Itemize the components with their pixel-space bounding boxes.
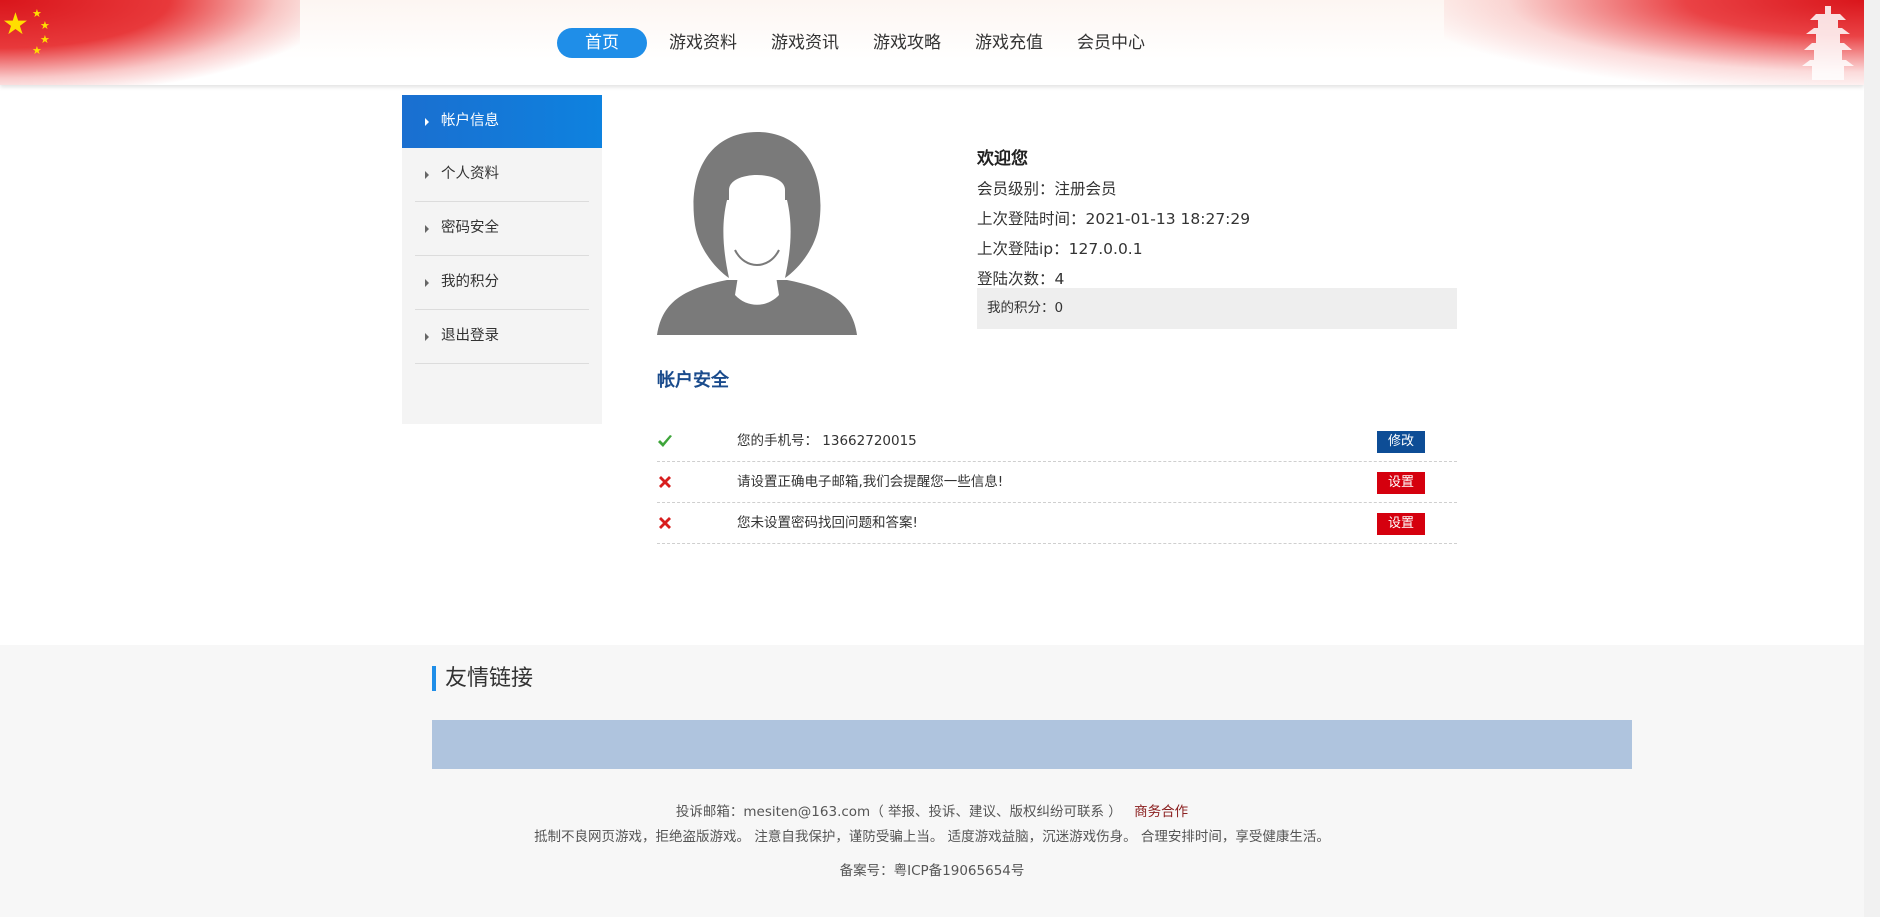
site-header: ★ ★ ★ ★ ★ 首页 游戏资料 游戏资讯 游戏攻略 游戏充值 会员中心 <box>0 0 1864 85</box>
nav-item-game-recharge[interactable]: 游戏充值 <box>958 28 1060 58</box>
member-sidebar: 帐户信息 个人资料 密码安全 我的积分 退出登录 <box>402 95 602 424</box>
business-link[interactable]: 商务合作 <box>1134 804 1188 820</box>
check-icon <box>658 435 672 447</box>
welcome-title: 欢迎您 <box>977 149 1028 169</box>
scrollbar-thumb[interactable] <box>1866 0 1878 917</box>
pavilion-icon <box>1802 6 1854 80</box>
nav-item-game-guide[interactable]: 游戏攻略 <box>856 28 958 58</box>
caret-right-icon <box>425 171 429 179</box>
member-level: 会员级别：注册会员 <box>977 180 1117 198</box>
flag-decoration-right <box>1444 0 1864 85</box>
sidebar-item-my-points[interactable]: 我的积分 <box>415 256 589 310</box>
security-row-email: 请设置正确电子邮箱,我们会提醒您一些信息! 设置 <box>657 462 1457 503</box>
friend-links-title: 友情链接 <box>432 666 533 691</box>
sidebar-item-label: 退出登录 <box>441 328 499 344</box>
complaint-line: 投诉邮箱：mesiten@163.com（ 举报、投诉、建议、版权纠纷可联系 ）… <box>0 800 1864 820</box>
security-row-text: 您未设置密码找回问题和答案! <box>737 515 918 531</box>
cross-icon <box>659 476 671 488</box>
caret-right-icon <box>425 225 429 233</box>
nav-item-home[interactable]: 首页 <box>557 28 647 58</box>
set-security-question-button[interactable]: 设置 <box>1377 513 1425 535</box>
security-list: 您的手机号： 13662720015 修改 请设置正确电子邮箱,我们会提醒您一些… <box>657 421 1457 544</box>
security-row-text: 您的手机号： 13662720015 <box>737 433 917 449</box>
star-icon: ★ <box>32 7 42 20</box>
sidebar-item-profile[interactable]: 个人资料 <box>415 148 589 202</box>
security-row-phone: 您的手机号： 13662720015 修改 <box>657 421 1457 462</box>
avatar <box>657 132 857 335</box>
sidebar-item-label: 个人资料 <box>441 166 499 182</box>
main-nav: 首页 游戏资料 游戏资讯 游戏攻略 游戏充值 会员中心 <box>557 28 1162 58</box>
icp-number: 备案号：粤ICP备19065654号 <box>839 863 1025 879</box>
sidebar-item-password-security[interactable]: 密码安全 <box>415 202 589 256</box>
nav-item-game-news[interactable]: 游戏资讯 <box>754 28 856 58</box>
member-info: 欢迎您 会员级别：注册会员 上次登陆时间：2021-01-13 18:27:29… <box>977 140 1457 294</box>
security-row-text: 请设置正确电子邮箱,我们会提醒您一些信息! <box>737 474 1004 490</box>
sidebar-item-label: 我的积分 <box>441 274 499 290</box>
modify-phone-button[interactable]: 修改 <box>1377 431 1425 453</box>
sidebar-item-logout[interactable]: 退出登录 <box>415 310 589 364</box>
star-icon: ★ <box>32 44 42 57</box>
sidebar-item-account-info[interactable]: 帐户信息 <box>402 95 602 148</box>
flag-decoration-left: ★ ★ ★ ★ ★ <box>0 0 300 85</box>
site-footer: 友情链接 投诉邮箱：mesiten@163.com（ 举报、投诉、建议、版权纠纷… <box>0 645 1864 917</box>
star-icon: ★ <box>2 7 29 42</box>
security-section-title: 帐户安全 <box>657 370 729 391</box>
caret-right-icon <box>425 279 429 287</box>
sidebar-item-label: 密码安全 <box>441 220 499 236</box>
complaint-email: 投诉邮箱：mesiten@163.com（ 举报、投诉、建议、版权纠纷可联系 ） <box>675 804 1122 820</box>
friend-links-bar <box>432 720 1632 769</box>
last-login-time: 上次登陆时间：2021-01-13 18:27:29 <box>977 210 1251 228</box>
star-icon: ★ <box>40 19 50 32</box>
security-row-question: 您未设置密码找回问题和答案! 设置 <box>657 503 1457 544</box>
health-notice: 抵制不良网页游戏，拒绝盗版游戏。 注意自我保护，谨防受骗上当。 适度游戏益脑，沉… <box>534 829 1330 845</box>
nav-item-game-info[interactable]: 游戏资料 <box>652 28 754 58</box>
caret-right-icon <box>425 333 429 341</box>
my-points: 我的积分：0 <box>977 288 1457 329</box>
nav-item-member-center[interactable]: 会员中心 <box>1060 28 1162 58</box>
caret-right-icon <box>425 118 429 126</box>
set-email-button[interactable]: 设置 <box>1377 472 1425 494</box>
last-login-ip: 上次登陆ip：127.0.0.1 <box>977 240 1143 258</box>
sidebar-item-label: 帐户信息 <box>441 113 499 129</box>
cross-icon <box>659 517 671 529</box>
page-scrollbar[interactable] <box>1864 0 1880 917</box>
